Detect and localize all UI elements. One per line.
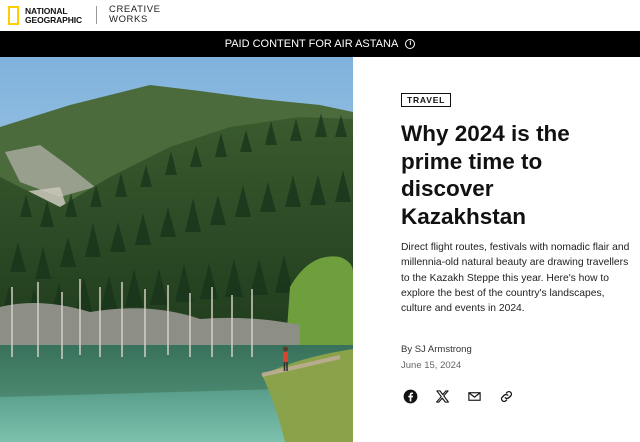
- mountain-lake-photo: [0, 57, 353, 442]
- paid-content-banner: PAID CONTENT FOR AIR ASTANA i: [0, 31, 640, 57]
- site-header: NATIONAL GEOGRAPHIC CREATIVE WORKS: [0, 0, 640, 31]
- article-summary: Direct flight routes, festivals with nom…: [401, 242, 630, 315]
- info-icon[interactable]: i: [405, 39, 416, 49]
- author-byline: By SJ Armstrong: [401, 344, 472, 355]
- logo-line-2: GEOGRAPHIC: [25, 14, 83, 25]
- facebook-icon[interactable]: [403, 389, 418, 404]
- logo-divider: [96, 6, 97, 24]
- category-tag[interactable]: TRAVEL: [401, 93, 452, 107]
- article-panel: TRAVEL Why 2024 is the prime time to dis…: [401, 57, 640, 442]
- link-icon[interactable]: [499, 389, 514, 404]
- x-icon[interactable]: [435, 389, 450, 404]
- creative-works-line-2: WORKS: [109, 14, 148, 25]
- page: NATIONAL GEOGRAPHIC CREATIVE WORKS PAID …: [0, 0, 640, 442]
- article-headline: Why 2024 is the prime time to discover K…: [401, 121, 570, 229]
- share-bar: [403, 389, 514, 404]
- yellow-border-icon: [8, 6, 19, 25]
- creative-works-logo[interactable]: CREATIVE WORKS: [109, 5, 161, 25]
- paid-content-label: PAID CONTENT FOR AIR ASTANA: [224, 38, 399, 50]
- national-geographic-logo[interactable]: NATIONAL GEOGRAPHIC: [8, 6, 82, 25]
- hero-image: [0, 57, 353, 442]
- email-icon[interactable]: [467, 389, 482, 404]
- logo-wordmark: NATIONAL GEOGRAPHIC: [25, 6, 83, 25]
- publish-date: June 15, 2024: [401, 360, 462, 371]
